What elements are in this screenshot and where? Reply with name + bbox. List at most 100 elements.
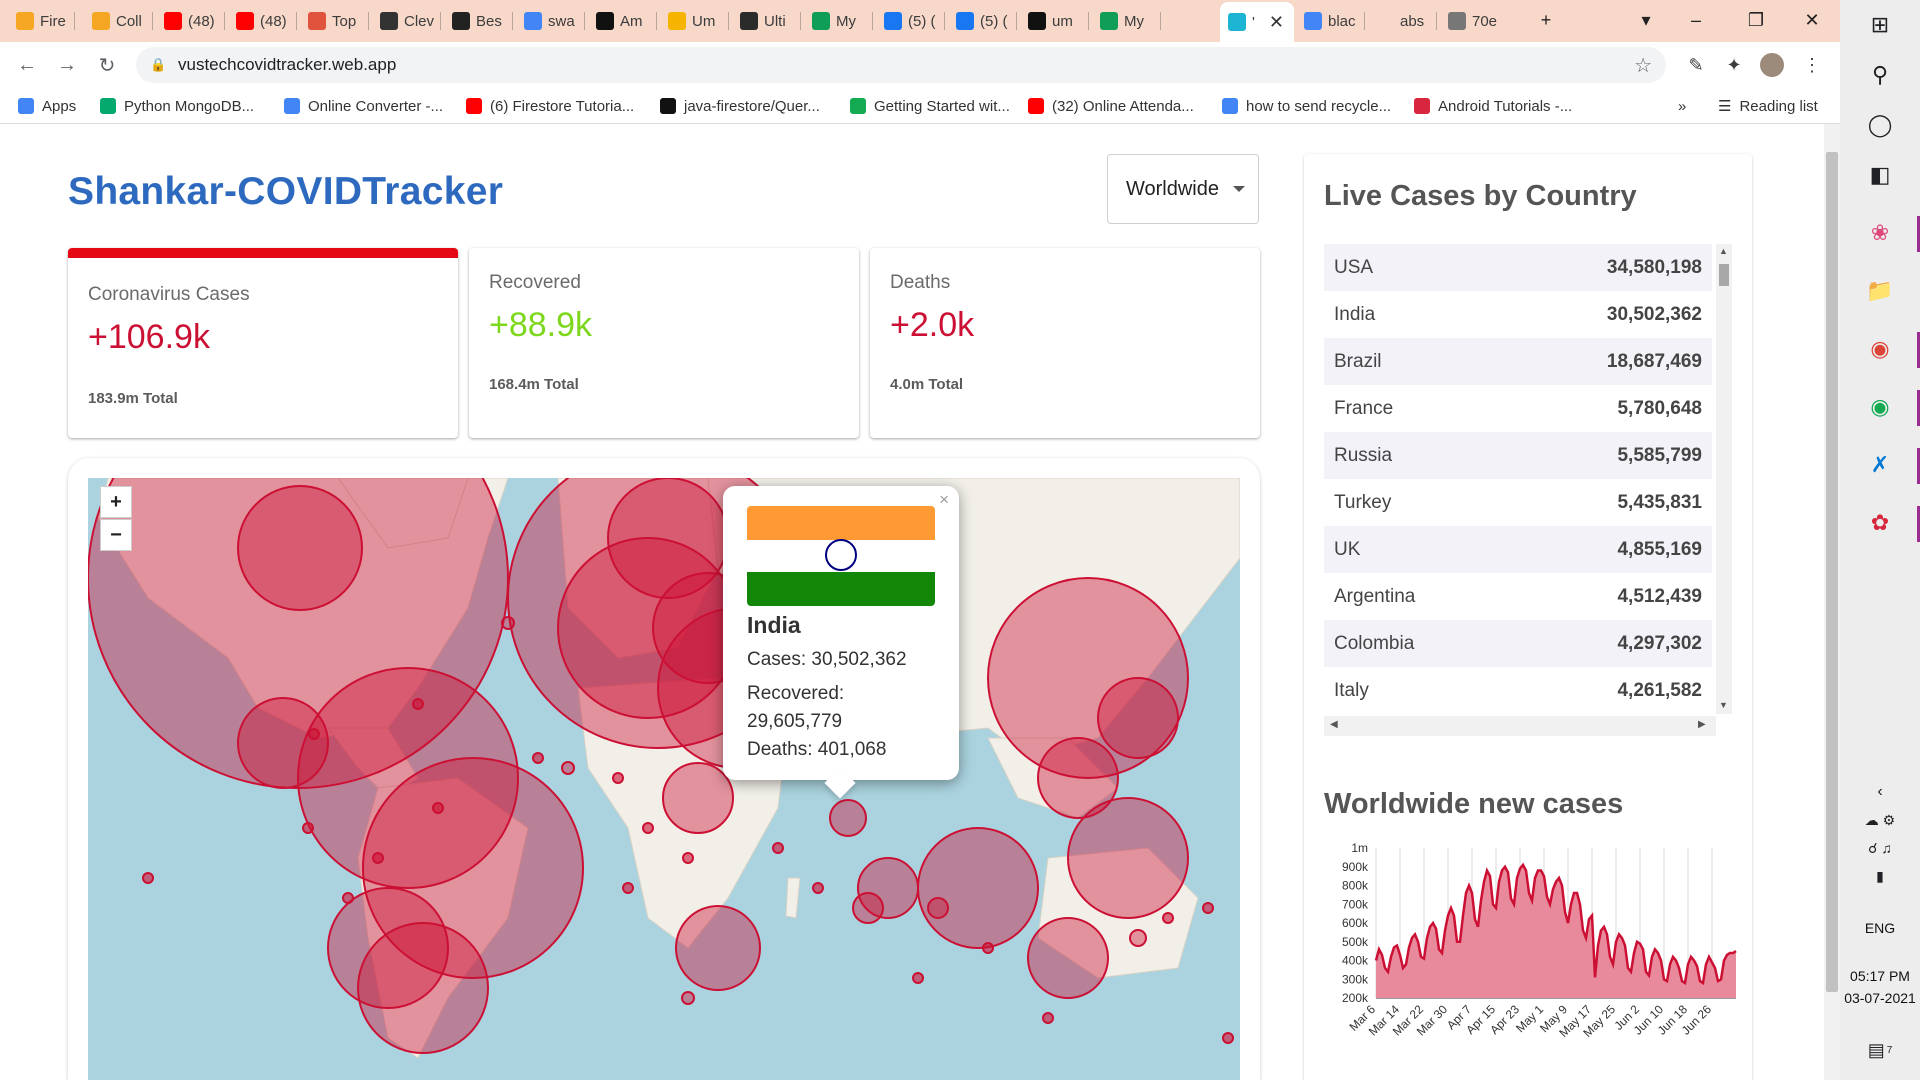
paint-app-icon[interactable]: ✿: [1840, 498, 1920, 548]
bookmark-item[interactable]: how to send recycle...: [1222, 94, 1391, 118]
case-circle[interactable]: [1162, 912, 1174, 924]
case-circle[interactable]: [622, 882, 634, 894]
browser-tab[interactable]: My: [1092, 4, 1156, 38]
bookmark-item[interactable]: Apps: [18, 94, 76, 118]
tab-close-icon[interactable]: ✕: [1269, 12, 1284, 33]
eyedropper-extension-icon[interactable]: ✎: [1684, 53, 1708, 77]
scroll-down-arrow-icon[interactable]: ▼: [1719, 700, 1728, 710]
browser-tab[interactable]: (5) (: [876, 4, 940, 38]
browser-tab[interactable]: Coll: [84, 4, 148, 38]
live-cases-table[interactable]: USA 34,580,198 India 30,502,362 Brazil 18,687…: [1324, 244, 1732, 742]
bookmark-item[interactable]: (32) Online Attenda...: [1028, 94, 1194, 118]
case-circle[interactable]: [557, 537, 739, 719]
browser-tab[interactable]: Bes: [444, 4, 508, 38]
browser-tab[interactable]: My: [804, 4, 868, 38]
case-circle[interactable]: [561, 761, 575, 775]
vscode-icon[interactable]: ✗: [1840, 440, 1920, 490]
table-row[interactable]: USA 34,580,198: [1324, 244, 1712, 291]
country-dropdown[interactable]: Worldwide: [1107, 154, 1259, 224]
case-circle[interactable]: [829, 799, 867, 837]
case-circle[interactable]: [772, 842, 784, 854]
bookmark-item[interactable]: (6) Firestore Tutoria...: [466, 94, 634, 118]
browser-tab[interactable]: Um: [660, 4, 724, 38]
table-row[interactable]: France 5,780,648: [1324, 385, 1712, 432]
cortana-icon[interactable]: ◯: [1840, 100, 1920, 150]
show-hidden-icons-chevron-icon[interactable]: ‹: [1840, 778, 1920, 806]
windows-start-icon[interactable]: ⊞: [1840, 0, 1920, 50]
case-circle[interactable]: [1097, 677, 1179, 759]
worldwide-new-cases-chart[interactable]: 200k300k400k500k600k700k800k900k1mMar 6M…: [1324, 840, 1744, 1040]
file-explorer-icon[interactable]: 📁: [1840, 266, 1920, 316]
input-language[interactable]: ENG: [1840, 920, 1920, 936]
browser-tab[interactable]: 70e: [1440, 4, 1504, 38]
case-circle[interactable]: [342, 892, 354, 904]
search-icon[interactable]: ⚲: [1840, 50, 1920, 100]
case-circle[interactable]: [1027, 917, 1109, 999]
scroll-up-arrow-icon[interactable]: ▲: [1719, 246, 1728, 256]
table-vertical-scrollbar[interactable]: ▲ ▼: [1716, 244, 1732, 714]
notification-center-icon[interactable]: ▤ 7: [1840, 1030, 1920, 1070]
table-row[interactable]: Argentina 4,512,439: [1324, 573, 1712, 620]
restore-icon[interactable]: ❐: [1728, 0, 1784, 40]
case-circle[interactable]: [308, 728, 320, 740]
case-circle[interactable]: [917, 827, 1039, 949]
case-circle[interactable]: [681, 991, 695, 1005]
popup-close-button[interactable]: ×: [939, 490, 949, 510]
case-circle[interactable]: [372, 852, 384, 864]
browser-tab[interactable]: (48): [228, 4, 292, 38]
recovered-info-card[interactable]: Recovered +88.9k 168.4m Total: [469, 248, 859, 438]
browser-tab[interactable]: Am: [588, 4, 652, 38]
table-scroll-thumb[interactable]: [1719, 264, 1729, 286]
page-scroll-thumb[interactable]: [1826, 152, 1838, 992]
case-circle[interactable]: [662, 762, 734, 834]
close-window-icon[interactable]: ✕: [1784, 0, 1840, 40]
browser-tab[interactable]: Ulti: [732, 4, 796, 38]
case-circle[interactable]: [682, 852, 694, 864]
network-volume-icons[interactable]: ☌ ♫: [1840, 834, 1920, 862]
tab-search-icon[interactable]: ▾: [1618, 0, 1674, 40]
case-circle[interactable]: [982, 942, 994, 954]
table-row[interactable]: Italy 4,261,582: [1324, 667, 1712, 714]
bookmarks-overflow-icon[interactable]: »: [1678, 94, 1686, 118]
case-circle[interactable]: [357, 922, 489, 1054]
browser-tab[interactable]: ' ✕: [1220, 2, 1294, 42]
table-row[interactable]: India 30,502,362: [1324, 291, 1712, 338]
deaths-info-card[interactable]: Deaths +2.0k 4.0m Total: [870, 248, 1260, 438]
browser-tab[interactable]: Fire: [8, 4, 70, 38]
case-circle[interactable]: [412, 698, 424, 710]
case-circle[interactable]: [642, 822, 654, 834]
browser-tab[interactable]: abs: [1368, 4, 1432, 38]
forward-icon[interactable]: →: [52, 50, 82, 80]
case-circle[interactable]: [432, 802, 444, 814]
cases-info-card[interactable]: Coronavirus Cases +106.9k 183.9m Total: [68, 248, 458, 438]
bookmark-item[interactable]: Online Converter -...: [284, 94, 443, 118]
browser-menu-icon[interactable]: ⋮: [1800, 53, 1824, 77]
world-map[interactable]: + − × India Cases: 30,502,362 Recovered:…: [88, 478, 1240, 1080]
case-circle[interactable]: [912, 972, 924, 984]
browser-tab[interactable]: Clev: [372, 4, 436, 38]
case-circle[interactable]: [812, 882, 824, 894]
case-circle[interactable]: [501, 616, 515, 630]
clock-time[interactable]: 05:17 PM: [1840, 968, 1920, 984]
scroll-left-arrow-icon[interactable]: ◀: [1330, 719, 1338, 730]
bookmark-item[interactable]: Getting Started wit...: [850, 94, 1010, 118]
browser-tab[interactable]: um: [1020, 4, 1084, 38]
browser-tab[interactable]: Top: [300, 4, 364, 38]
case-circle[interactable]: [1037, 737, 1119, 819]
bookmark-item[interactable]: java-firestore/Quer...: [660, 94, 820, 118]
page-vertical-scrollbar[interactable]: [1824, 124, 1840, 1080]
reading-list-button[interactable]: ☰ Reading list: [1718, 94, 1818, 118]
zoom-out-button[interactable]: −: [100, 519, 132, 551]
case-circle[interactable]: [237, 485, 363, 611]
tray-icons[interactable]: ☁ ⚙: [1840, 806, 1920, 834]
case-circle[interactable]: [852, 892, 884, 924]
case-circle[interactable]: [1129, 929, 1147, 947]
minimize-icon[interactable]: –: [1668, 0, 1724, 40]
lock-icon[interactable]: 🔒: [150, 57, 166, 73]
table-row[interactable]: UK 4,855,169: [1324, 526, 1712, 573]
case-circle[interactable]: [927, 897, 949, 919]
case-circle[interactable]: [1202, 902, 1214, 914]
case-circle[interactable]: [1222, 1032, 1234, 1044]
bookmark-star-icon[interactable]: ☆: [1634, 53, 1652, 78]
back-icon[interactable]: ←: [12, 50, 42, 80]
